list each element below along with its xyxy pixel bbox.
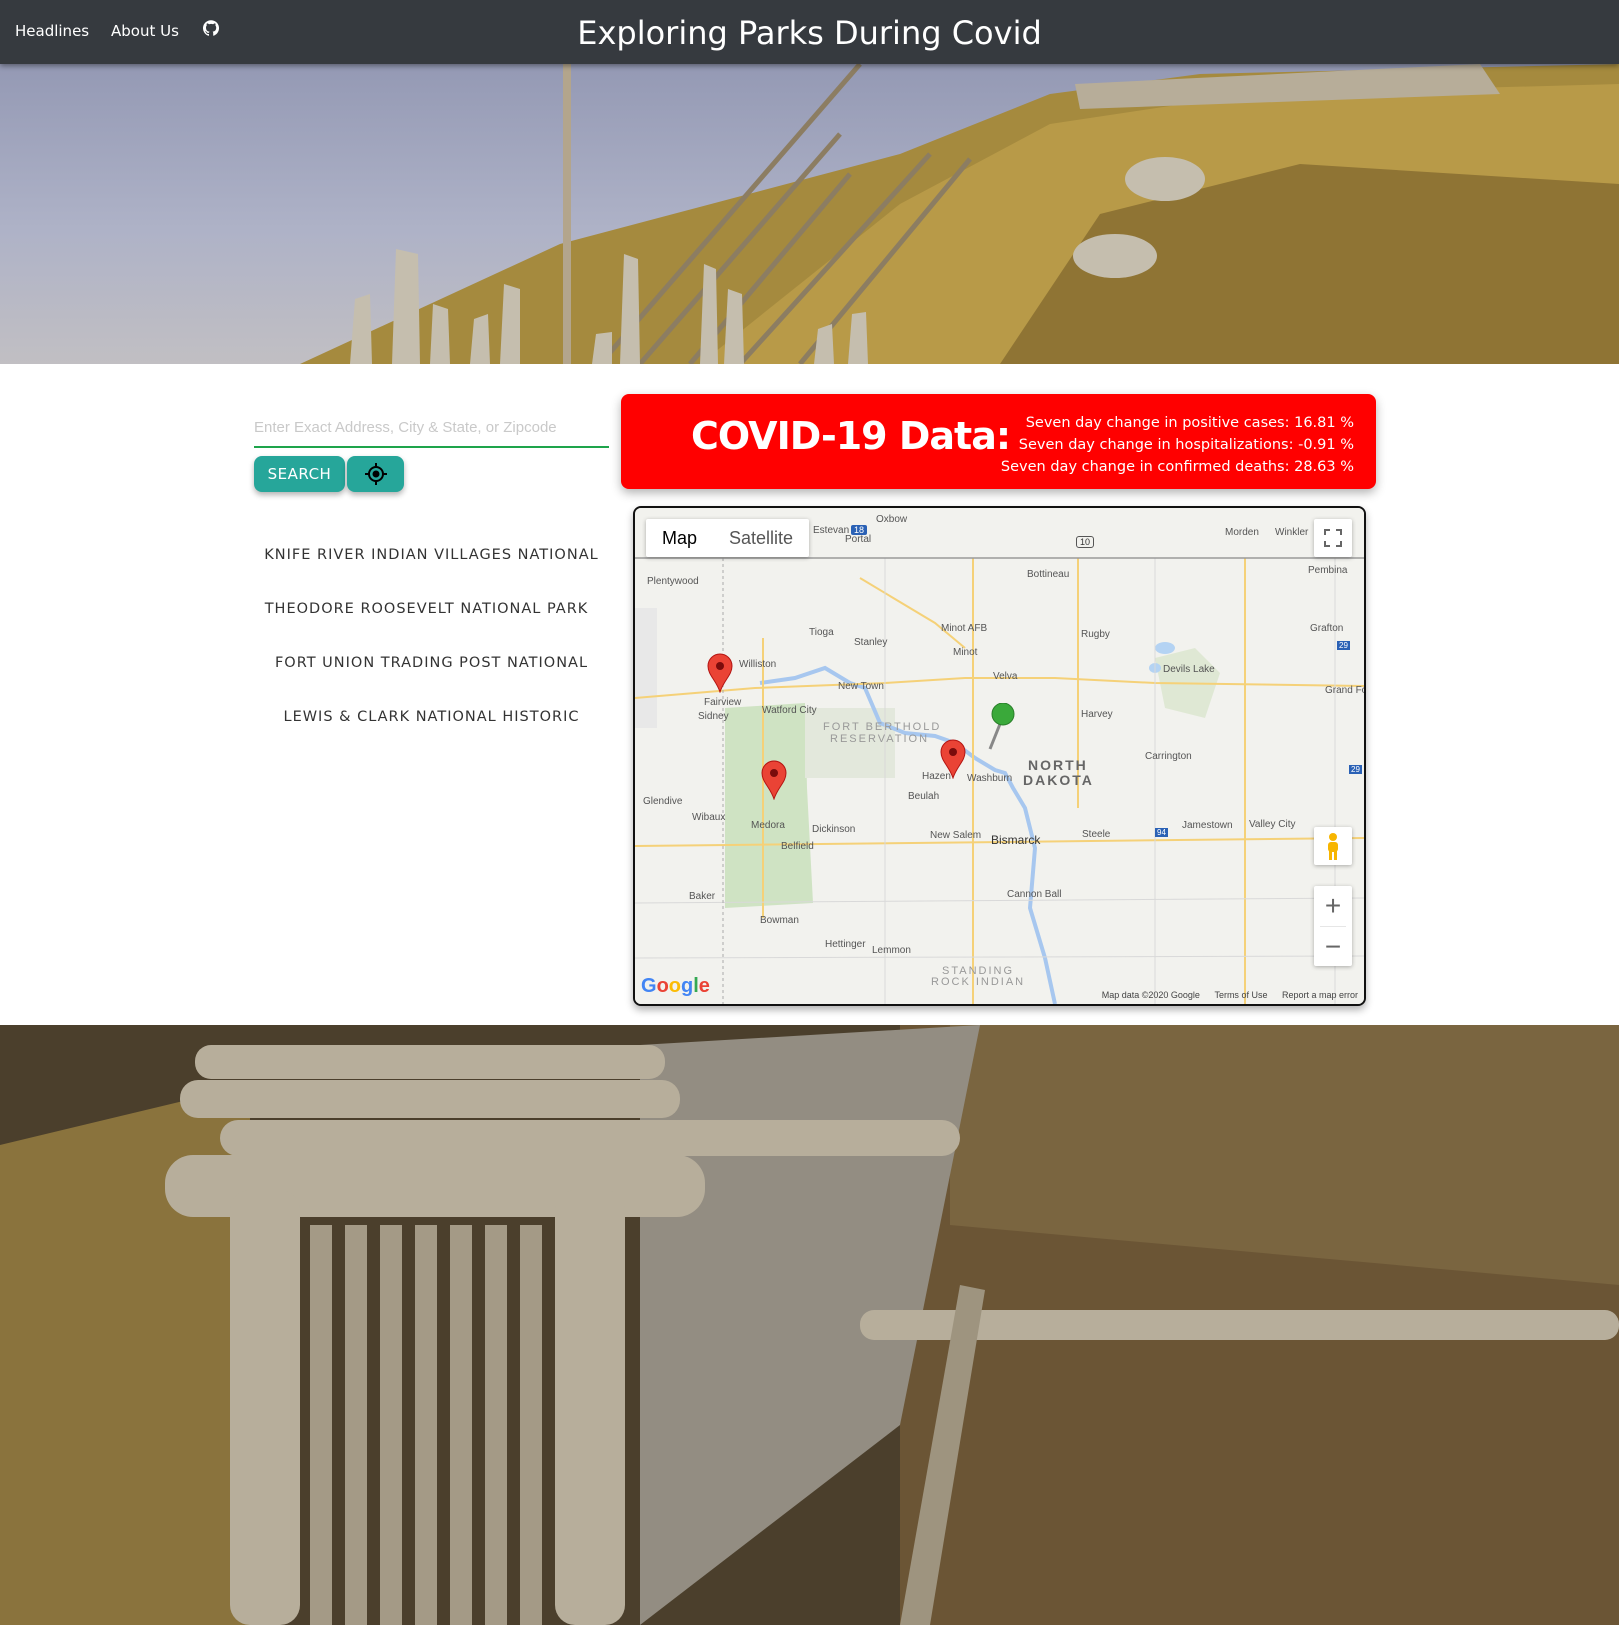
page-title: Exploring Parks During Covid	[577, 14, 1042, 52]
map-label-sidney: Sidney	[698, 711, 729, 722]
highway-shield-10: 10	[1076, 536, 1095, 548]
map-type-map-tab[interactable]: Map	[646, 519, 713, 557]
map-label-plentywood: Plentywood	[647, 576, 699, 587]
map-reservation-label-2: RESERVATION	[830, 733, 930, 745]
map-label-medora: Medora	[751, 820, 785, 831]
search-input[interactable]	[254, 408, 609, 448]
interstate-shield-94: 94	[1155, 828, 1168, 837]
map-label-minot: Minot	[953, 647, 978, 658]
github-icon[interactable]	[202, 20, 220, 40]
top-navbar: Headlines About Us Exploring Parks Durin…	[0, 0, 1619, 64]
map-base-layer	[635, 508, 1364, 1004]
map-type-control: Map Satellite	[646, 519, 810, 557]
map-label-tioga: Tioga	[809, 627, 834, 638]
map-label-grand-forks: Grand Forks	[1325, 685, 1364, 696]
map-label-new-town: New Town	[838, 681, 884, 692]
street-view-pegman-icon[interactable]	[1314, 827, 1352, 865]
park-marker-knife-river[interactable]	[940, 739, 966, 779]
map-label-lemmon: Lemmon	[872, 945, 911, 956]
google-logo[interactable]: Google	[641, 975, 710, 998]
map-label-bottineau: Bottineau	[1027, 569, 1070, 580]
interstate-shield-29-south: 29	[1349, 765, 1362, 774]
park-list-item-theodore-roosevelt[interactable]: Theodore Roosevelt National Park	[249, 601, 604, 617]
map-label-grafton: Grafton	[1310, 623, 1344, 634]
hero-bottom-illustration	[0, 1025, 1619, 1625]
interstate-shield-29-north: 29	[1337, 641, 1350, 650]
highway-shield-18: 18	[851, 525, 868, 535]
stat-confirmed-deaths: Seven day change in confirmed deaths: 28…	[1000, 459, 1354, 475]
park-list-item-knife-river[interactable]: Knife River Indian Villages National	[254, 547, 609, 563]
map-terms-link[interactable]: Terms of Use	[1214, 990, 1267, 1000]
map-data-credit: Map data ©2020 Google	[1101, 990, 1200, 1000]
map-state-label-north: NORTH	[1028, 757, 1088, 773]
map-label-minot-afb: Minot AFB	[941, 623, 988, 634]
map-label-cannon-ball: Cannon Ball	[1007, 889, 1062, 900]
map-label-glendive: Glendive	[643, 796, 683, 807]
map-label-devils-lake: Devils Lake	[1163, 664, 1215, 675]
map-label-rugby: Rugby	[1081, 629, 1110, 640]
map-label-dickinson: Dickinson	[812, 824, 856, 835]
map-label-steele: Steele	[1082, 829, 1111, 840]
map-report-error-link[interactable]: Report a map error	[1282, 990, 1358, 1000]
user-location-pushpin-icon[interactable]	[985, 703, 1015, 751]
map-label-jamestown: Jamestown	[1182, 820, 1233, 831]
map-label-valley-city: Valley City	[1249, 819, 1296, 830]
nav-headlines-link[interactable]: Headlines	[15, 22, 89, 40]
map-label-estevan: Estevan	[813, 525, 850, 536]
map-label-watford-city: Watford City	[762, 705, 817, 716]
map-label-belfield: Belfield	[781, 841, 814, 852]
map-label-bismarck: Bismarck	[991, 833, 1041, 847]
park-marker-fort-union[interactable]	[707, 653, 733, 693]
hero-top-illustration	[300, 64, 1619, 364]
map-label-beulah: Beulah	[908, 791, 940, 802]
covid-data-card: COVID-19 Data: Seven day change in posit…	[621, 394, 1376, 489]
map-attribution: Map data ©2020 Google Terms of Use Repor…	[1090, 990, 1358, 1000]
map-state-label-dakota: DAKOTA	[1023, 772, 1094, 788]
google-map[interactable]: Oxbow Portal Plentywood Bottineau Morden…	[633, 506, 1366, 1006]
zoom-control: + −	[1314, 886, 1352, 966]
park-marker-theodore-roosevelt[interactable]	[761, 760, 787, 800]
map-label-winkler: Winkler	[1275, 527, 1309, 538]
map-label-carrington: Carrington	[1145, 751, 1192, 762]
map-label-williston: Williston	[739, 659, 777, 670]
hero-image-earthlodge-skulls	[0, 64, 1619, 364]
map-label-pembina: Pembina	[1308, 565, 1348, 576]
map-reservation-rock-indian: ROCK INDIAN	[931, 976, 1026, 988]
stat-positive-cases: Seven day change in positive cases: 16.8…	[1025, 415, 1354, 431]
map-label-bowman: Bowman	[760, 915, 799, 926]
search-button[interactable]: SEARCH	[254, 456, 345, 492]
park-list-item-fort-union[interactable]: Fort Union Trading Post National	[254, 655, 609, 671]
nav-about-link[interactable]: About Us	[111, 22, 179, 40]
park-list-item-lewis-clark[interactable]: Lewis & Clark National Historic	[254, 709, 609, 725]
covid-stats: Seven day change in positive cases: 16.8…	[1001, 412, 1354, 478]
map-type-satellite-tab[interactable]: Satellite	[713, 519, 809, 557]
fullscreen-icon[interactable]	[1314, 519, 1352, 557]
hero-image-stockade-gate	[0, 1025, 1619, 1625]
map-label-harvey: Harvey	[1081, 709, 1113, 720]
map-label-washburn: Washburn	[967, 773, 1013, 784]
map-label-morden: Morden	[1225, 527, 1259, 538]
gps-crosshair-icon[interactable]	[347, 456, 404, 492]
map-reservation-fort-berthold: FORT BERTHOLD	[823, 721, 942, 733]
stat-hospitalizations: Seven day change in hospitalizations: -0…	[1018, 437, 1354, 453]
map-label-wibaux: Wibaux	[692, 812, 726, 823]
covid-card-title: COVID-19 Data:	[691, 414, 1011, 458]
map-label-hettinger: Hettinger	[825, 939, 866, 950]
map-label-stanley: Stanley	[854, 637, 888, 648]
zoom-out-button[interactable]: −	[1314, 927, 1352, 966]
map-label-fairview: Fairview	[704, 697, 742, 708]
map-label-new-salem: New Salem	[930, 830, 982, 841]
map-label-baker: Baker	[689, 891, 716, 902]
map-label-velva: Velva	[993, 671, 1018, 682]
zoom-in-button[interactable]: +	[1314, 886, 1352, 926]
map-label-oxbow: Oxbow	[876, 514, 908, 525]
